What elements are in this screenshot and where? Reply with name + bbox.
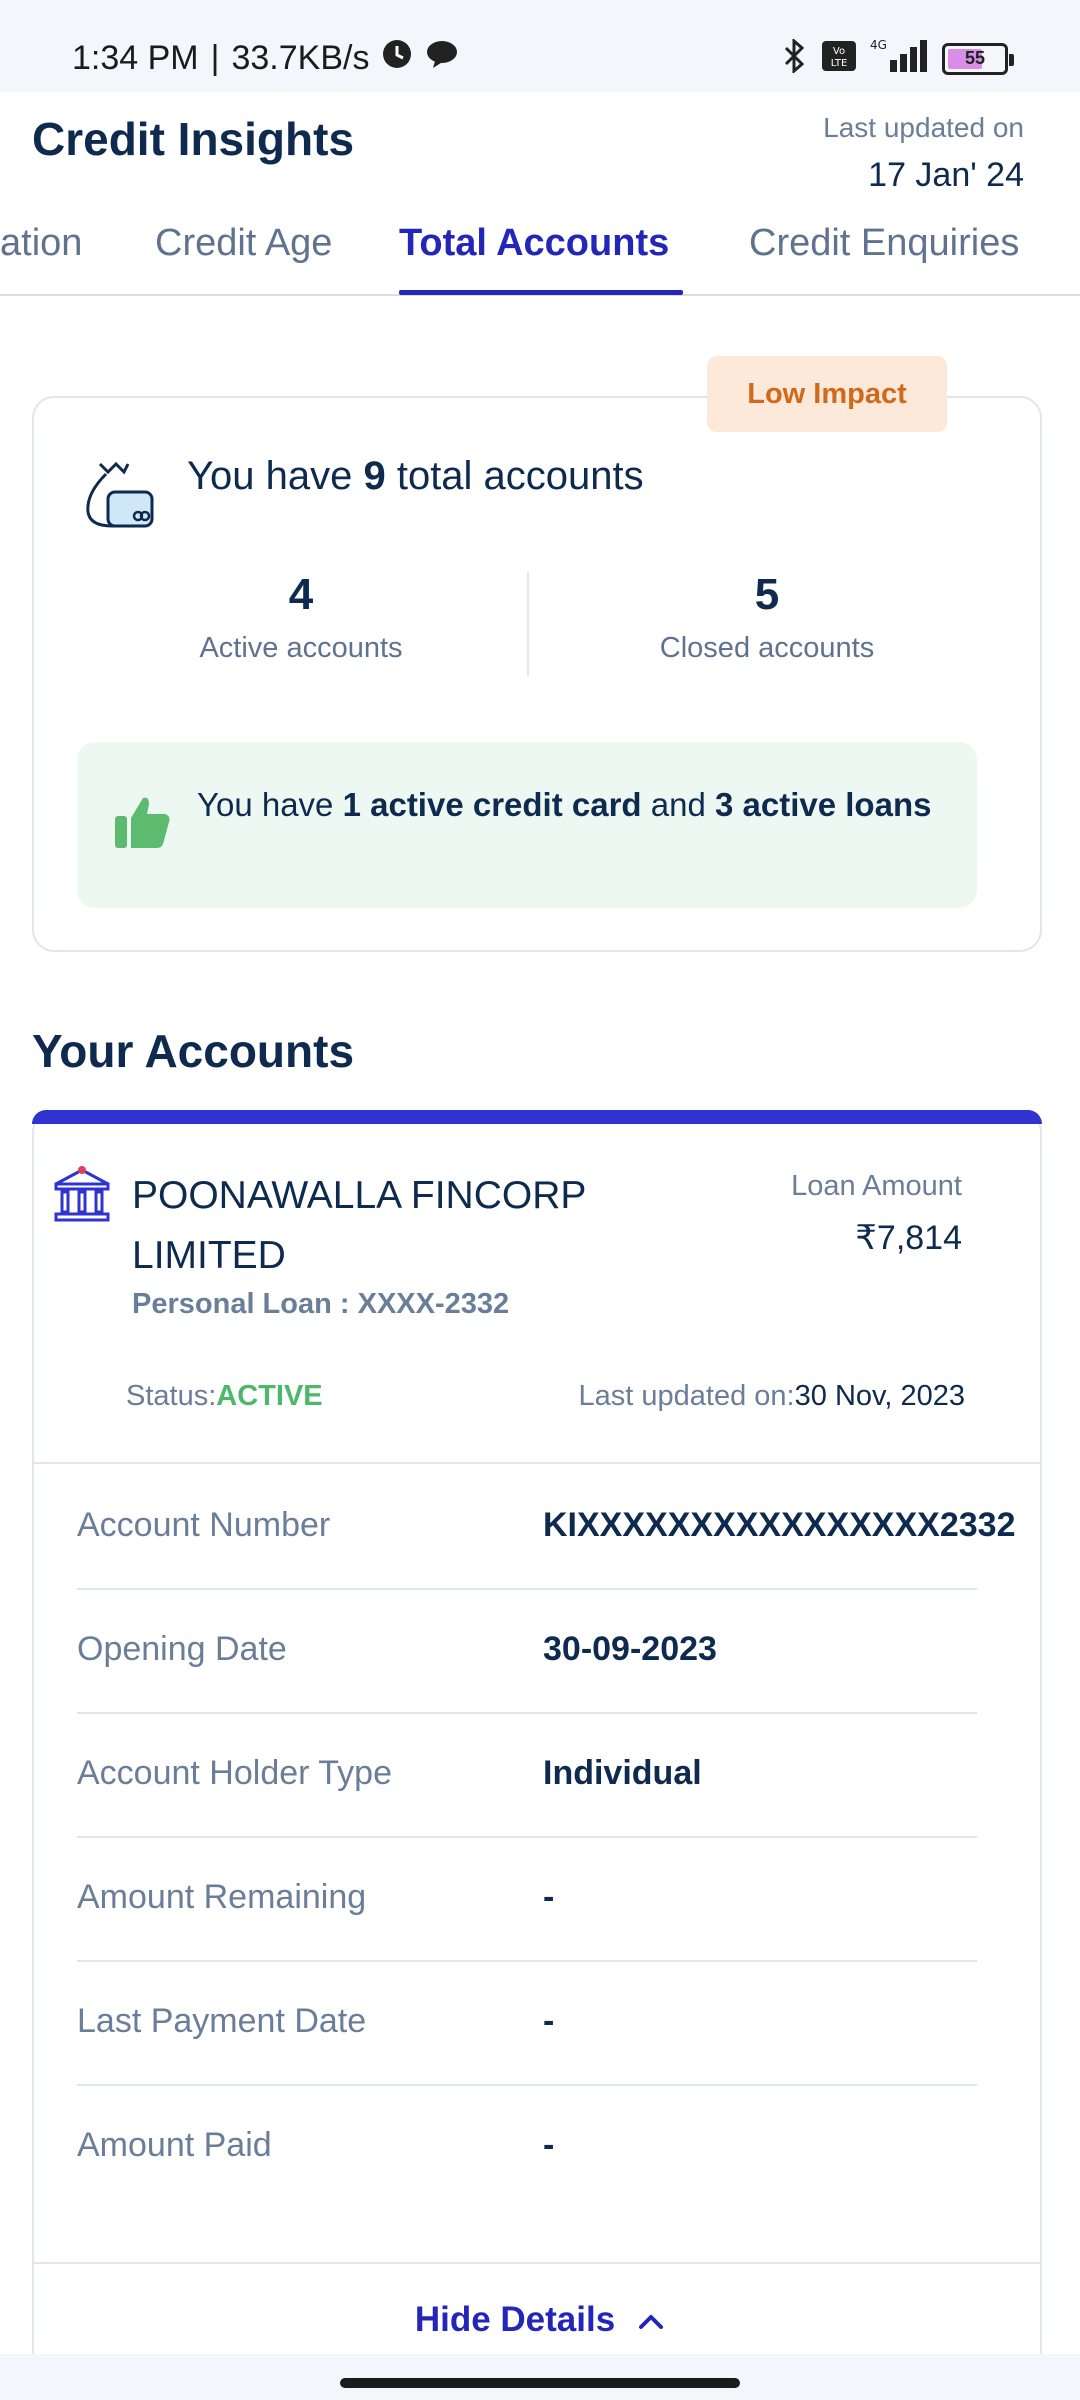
last-updated-date: 17 Jan' 24 bbox=[868, 156, 1024, 194]
loan-type: Personal Loan : XXXX-2332 bbox=[132, 1288, 510, 1320]
detail-value: - bbox=[543, 1878, 555, 1916]
total-accounts-count: 9 bbox=[363, 454, 386, 498]
bluetooth-icon bbox=[782, 37, 808, 78]
detail-key: Opening Date bbox=[77, 1630, 287, 1668]
status-time: 1:34 PM bbox=[72, 39, 199, 77]
detail-value: - bbox=[543, 2002, 555, 2040]
divider bbox=[34, 1462, 1040, 1464]
detail-row-amount-remaining: Amount Remaining - bbox=[77, 1838, 977, 1962]
tab-bar: ation Credit Age Total Accounts Credit E… bbox=[0, 202, 1080, 296]
status-left: 1:34 PM | 33.7KB/s bbox=[72, 38, 459, 79]
tab-credit-enquiries[interactable]: Credit Enquiries bbox=[749, 222, 1019, 265]
chevron-up-icon bbox=[637, 2300, 665, 2340]
volte-icon: Vo LTE bbox=[822, 41, 856, 76]
detail-key: Last Payment Date bbox=[77, 2002, 367, 2040]
tab-credit-age[interactable]: Credit Age bbox=[155, 222, 332, 265]
lender-name: POONAWALLA FINCORP LIMITED bbox=[132, 1174, 586, 1277]
active-accounts-label: Active accounts bbox=[199, 632, 403, 664]
detail-row-amount-paid: Amount Paid - bbox=[77, 2086, 977, 2210]
tab-total-accounts[interactable]: Total Accounts bbox=[399, 222, 669, 265]
detail-row-account-number: Account Number KIXXXXXXXXXXXXXXXX2332 bbox=[77, 1466, 1015, 1590]
account-status: Status:ACTIVE bbox=[126, 1380, 323, 1412]
active-accounts-stat: 4 Active accounts bbox=[121, 570, 481, 665]
detail-value: 30-09-2023 bbox=[543, 1630, 717, 1668]
hide-details-label: Hide Details bbox=[414, 2300, 616, 2339]
total-accounts-text: You have 9 total accounts bbox=[187, 454, 644, 498]
detail-key: Account Holder Type bbox=[77, 1754, 392, 1792]
detail-row-opening-date: Opening Date 30-09-2023 bbox=[77, 1590, 977, 1714]
status-net-speed: 33.7KB/s bbox=[231, 39, 370, 77]
detail-value: - bbox=[543, 2126, 555, 2164]
stat-divider bbox=[527, 572, 529, 676]
detail-row-holder-type: Account Holder Type Individual bbox=[77, 1714, 977, 1838]
detail-key: Account Number bbox=[77, 1506, 331, 1544]
hide-details-button[interactable]: Hide Details bbox=[380, 2292, 700, 2348]
svg-text:LTE: LTE bbox=[831, 58, 848, 69]
battery-icon: 55 bbox=[942, 42, 1014, 75]
divider bbox=[34, 2262, 1040, 2264]
status-separator: | bbox=[210, 39, 220, 77]
active-tab-indicator bbox=[399, 290, 683, 295]
active-products-info: You have 1 active credit card and 3 acti… bbox=[77, 742, 977, 908]
thumbs-up-icon bbox=[113, 792, 173, 852]
account-last-updated: Last updated on:30 Nov, 2023 bbox=[578, 1380, 965, 1412]
header: Credit Insights Last updated on 17 Jan' … bbox=[32, 100, 1048, 200]
page-title: Credit Insights bbox=[32, 113, 355, 165]
loan-amount-value: ₹7,814 bbox=[855, 1219, 962, 1257]
svg-text:4G: 4G bbox=[870, 38, 887, 52]
your-accounts-heading: Your Accounts bbox=[32, 1025, 355, 1077]
impact-badge: Low Impact bbox=[707, 356, 947, 432]
tab-utilization[interactable]: ation bbox=[0, 222, 82, 265]
money-bag-icon bbox=[78, 454, 158, 534]
detail-row-last-payment-date: Last Payment Date - bbox=[77, 1962, 977, 2086]
closed-accounts-stat: 5 Closed accounts bbox=[587, 570, 947, 665]
svg-text:Vo: Vo bbox=[833, 46, 845, 57]
account-card-accent-bar bbox=[32, 1110, 1042, 1124]
clock-icon bbox=[381, 38, 413, 79]
closed-accounts-count: 5 bbox=[754, 570, 780, 619]
active-products-text: You have 1 active credit card and 3 acti… bbox=[197, 786, 932, 823]
status-bar: 1:34 PM | 33.7KB/s Vo LTE 4G 55 bbox=[0, 0, 1080, 92]
navigation-bar bbox=[0, 2354, 1080, 2400]
detail-key: Amount Paid bbox=[77, 2126, 272, 2164]
bank-icon bbox=[52, 1164, 112, 1224]
detail-value: Individual bbox=[543, 1754, 702, 1792]
loan-amount-label: Loan Amount bbox=[791, 1170, 962, 1202]
battery-level: 55 bbox=[964, 48, 986, 68]
detail-value: KIXXXXXXXXXXXXXXXX2332 bbox=[543, 1506, 1016, 1544]
home-indicator[interactable] bbox=[340, 2378, 740, 2388]
signal-icon: 4G bbox=[870, 38, 928, 79]
last-updated-label: Last updated on bbox=[823, 112, 1024, 143]
chat-icon bbox=[425, 39, 459, 78]
status-right: Vo LTE 4G 55 bbox=[782, 37, 1014, 79]
status-badge: ACTIVE bbox=[216, 1380, 323, 1412]
credit-insights-page: Credit Insights Last updated on 17 Jan' … bbox=[0, 92, 1080, 2354]
closed-accounts-label: Closed accounts bbox=[659, 632, 875, 664]
active-accounts-count: 4 bbox=[288, 570, 314, 619]
detail-key: Amount Remaining bbox=[77, 1878, 367, 1916]
